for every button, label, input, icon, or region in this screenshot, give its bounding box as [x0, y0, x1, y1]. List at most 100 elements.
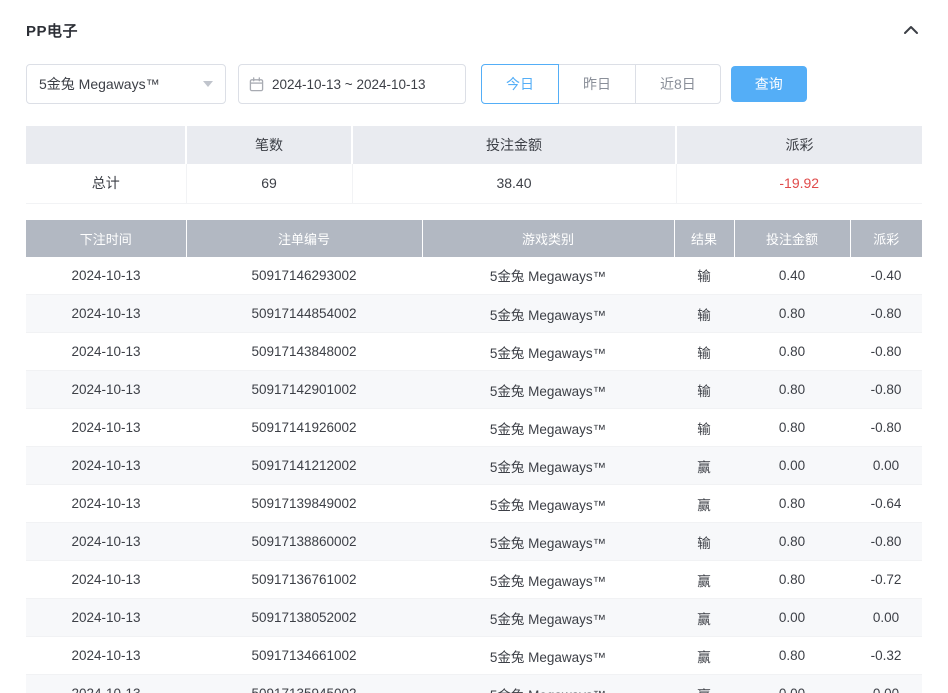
cell-bet-amount: 0.80: [734, 485, 850, 523]
cell-bet-amount: 0.40: [734, 257, 850, 295]
cell-payout: 0.00: [850, 675, 922, 693]
summary-total-label: 总计: [26, 164, 186, 203]
chevron-down-icon: [203, 81, 213, 87]
cell-bet-amount: 0.80: [734, 371, 850, 409]
cell-bet-time: 2024-10-13: [26, 333, 186, 371]
col-header-order-id: 注单编号: [186, 220, 422, 257]
cell-payout: -0.80: [850, 523, 922, 561]
cell-bet-time: 2024-10-13: [26, 637, 186, 675]
calendar-icon: [249, 77, 264, 92]
cell-bet-time: 2024-10-13: [26, 295, 186, 333]
cell-bet-amount: 0.80: [734, 295, 850, 333]
cell-payout: -0.40: [850, 257, 922, 295]
cell-bet-time: 2024-10-13: [26, 675, 186, 693]
bet-table-header-row: 下注时间 注单编号 游戏类别 结果 投注金额 派彩: [26, 220, 922, 257]
game-select-value: 5金兔 Megaways™: [39, 74, 160, 94]
cell-bet-amount: 0.00: [734, 599, 850, 637]
cell-bet-amount: 0.80: [734, 409, 850, 447]
cell-order-id: 50917139849002: [186, 485, 422, 523]
col-header-payout: 派彩: [850, 220, 922, 257]
cell-order-id: 50917141926002: [186, 409, 422, 447]
cell-bet-amount: 0.00: [734, 675, 850, 693]
cell-bet-amount: 0.80: [734, 523, 850, 561]
summary-total-bet-amount: 38.40: [352, 164, 676, 203]
cell-order-id: 50917135945002: [186, 675, 422, 693]
summary-total-row: 总计 69 38.40 -19.92: [26, 164, 922, 203]
collapse-icon[interactable]: [900, 19, 922, 41]
cell-order-id: 50917144854002: [186, 295, 422, 333]
cell-payout: 0.00: [850, 447, 922, 485]
table-row: 2024-10-13 50917138860002 5金兔 Megaways™ …: [26, 523, 922, 561]
cell-bet-time: 2024-10-13: [26, 523, 186, 561]
page-title: PP电子: [26, 20, 78, 41]
game-select[interactable]: 5金兔 Megaways™: [26, 64, 226, 104]
table-row: 2024-10-13 50917142901002 5金兔 Megaways™ …: [26, 371, 922, 409]
summary-header-payout: 派彩: [676, 126, 922, 164]
summary-total-count: 69: [186, 164, 352, 203]
cell-result: 输: [674, 409, 734, 447]
cell-order-id: 50917134661002: [186, 637, 422, 675]
table-row: 2024-10-13 50917134661002 5金兔 Megaways™ …: [26, 637, 922, 675]
cell-result: 赢: [674, 637, 734, 675]
quick-button-last8days[interactable]: 近8日: [635, 64, 721, 104]
summary-header-empty: [26, 126, 186, 164]
cell-game-category: 5金兔 Megaways™: [422, 561, 674, 599]
cell-order-id: 50917138052002: [186, 599, 422, 637]
panel-header: PP电子: [26, 14, 922, 46]
search-button[interactable]: 查询: [731, 66, 807, 102]
date-range-value: 2024-10-13 ~ 2024-10-13: [272, 77, 426, 92]
col-header-result: 结果: [674, 220, 734, 257]
cell-result: 输: [674, 523, 734, 561]
cell-bet-time: 2024-10-13: [26, 257, 186, 295]
cell-payout: -0.32: [850, 637, 922, 675]
summary-header-bet-amount: 投注金额: [352, 126, 676, 164]
table-row: 2024-10-13 50917141926002 5金兔 Megaways™ …: [26, 409, 922, 447]
cell-bet-amount: 0.00: [734, 447, 850, 485]
bet-table-body: 2024-10-13 50917146293002 5金兔 Megaways™ …: [26, 257, 922, 693]
cell-game-category: 5金兔 Megaways™: [422, 333, 674, 371]
cell-result: 赢: [674, 561, 734, 599]
cell-bet-amount: 0.80: [734, 333, 850, 371]
summary-total-payout: -19.92: [676, 164, 922, 203]
cell-game-category: 5金兔 Megaways™: [422, 447, 674, 485]
table-row: 2024-10-13 50917143848002 5金兔 Megaways™ …: [26, 333, 922, 371]
summary-header-row: 笔数 投注金额 派彩: [26, 126, 922, 164]
cell-game-category: 5金兔 Megaways™: [422, 637, 674, 675]
cell-order-id: 50917138860002: [186, 523, 422, 561]
quick-range-group: 今日 昨日 近8日: [481, 64, 721, 104]
cell-payout: -0.64: [850, 485, 922, 523]
cell-bet-time: 2024-10-13: [26, 485, 186, 523]
cell-payout: -0.80: [850, 295, 922, 333]
table-row: 2024-10-13 50917144854002 5金兔 Megaways™ …: [26, 295, 922, 333]
cell-bet-time: 2024-10-13: [26, 561, 186, 599]
table-row: 2024-10-13 50917146293002 5金兔 Megaways™ …: [26, 257, 922, 295]
cell-game-category: 5金兔 Megaways™: [422, 295, 674, 333]
quick-button-yesterday[interactable]: 昨日: [558, 64, 636, 104]
cell-game-category: 5金兔 Megaways™: [422, 409, 674, 447]
cell-order-id: 50917146293002: [186, 257, 422, 295]
cell-result: 输: [674, 371, 734, 409]
cell-bet-amount: 0.80: [734, 561, 850, 599]
cell-result: 输: [674, 257, 734, 295]
cell-game-category: 5金兔 Megaways™: [422, 599, 674, 637]
cell-result: 输: [674, 333, 734, 371]
cell-game-category: 5金兔 Megaways™: [422, 485, 674, 523]
cell-result: 输: [674, 295, 734, 333]
bet-table: 下注时间 注单编号 游戏类别 结果 投注金额 派彩 2024-10-13 509…: [26, 220, 922, 693]
table-row: 2024-10-13 50917136761002 5金兔 Megaways™ …: [26, 561, 922, 599]
cell-game-category: 5金兔 Megaways™: [422, 257, 674, 295]
table-row: 2024-10-13 50917139849002 5金兔 Megaways™ …: [26, 485, 922, 523]
summary-header-count: 笔数: [186, 126, 352, 164]
table-row: 2024-10-13 50917138052002 5金兔 Megaways™ …: [26, 599, 922, 637]
summary-table: 笔数 投注金额 派彩 总计 69 38.40 -19.92: [26, 126, 922, 204]
cell-payout: -0.72: [850, 561, 922, 599]
cell-order-id: 50917143848002: [186, 333, 422, 371]
cell-order-id: 50917141212002: [186, 447, 422, 485]
col-header-bet-amount: 投注金额: [734, 220, 850, 257]
cell-order-id: 50917136761002: [186, 561, 422, 599]
cell-result: 赢: [674, 675, 734, 693]
date-range-picker[interactable]: 2024-10-13 ~ 2024-10-13: [238, 64, 466, 104]
quick-button-today[interactable]: 今日: [481, 64, 559, 104]
table-row: 2024-10-13 50917135945002 5金兔 Megaways™ …: [26, 675, 922, 693]
filter-bar: 5金兔 Megaways™ 2024-10-13 ~ 2024-10-13 今日…: [26, 64, 922, 104]
